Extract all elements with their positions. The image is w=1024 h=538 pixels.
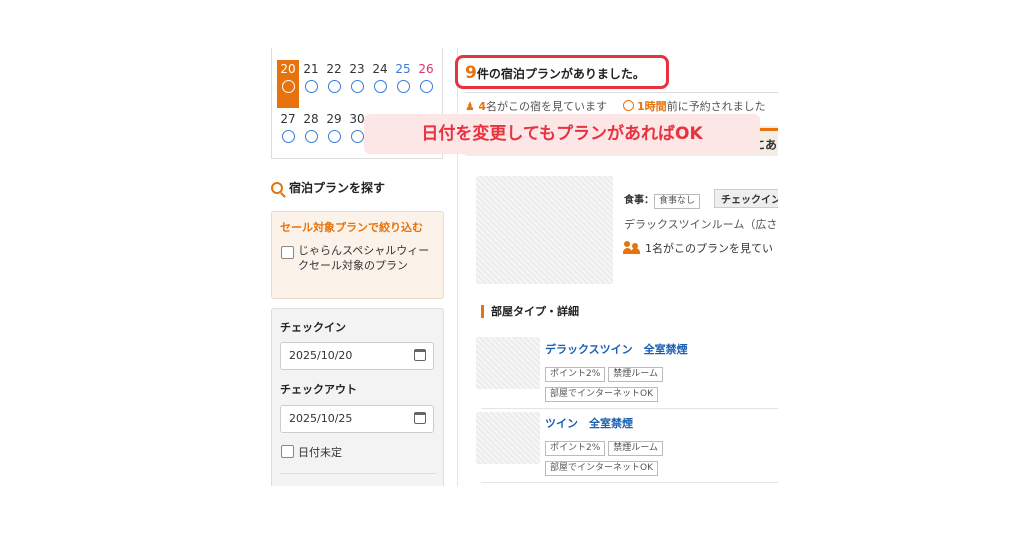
date-undecided-label[interactable]: 日付未定 — [298, 444, 342, 460]
calendar-day[interactable]: 25 — [392, 60, 414, 108]
meal-info: 食事： 食事なし — [624, 191, 701, 209]
calendar-day-number: 24 — [372, 62, 388, 76]
divider — [280, 473, 436, 474]
room-photo[interactable] — [476, 337, 540, 389]
calendar-day-number: 28 — [303, 112, 319, 126]
availability-circle-icon — [350, 130, 364, 143]
person-icon: ♟ — [465, 100, 475, 113]
plan-viewers: 1名がこのプランを見てい — [623, 240, 773, 256]
calendar-day[interactable]: 22 — [323, 60, 345, 108]
room-tags: ポイント2% 禁煙ルーム — [545, 361, 666, 382]
room-tag: ポイント2% — [545, 441, 606, 456]
room-photo[interactable] — [476, 412, 540, 464]
room-section-title: 部屋タイプ・詳細 — [481, 305, 579, 318]
banner-accent — [759, 128, 778, 131]
sale-filter-checkbox[interactable] — [281, 246, 294, 259]
checkout-date-value: 2025/10/25 — [289, 412, 353, 425]
calendar-day[interactable]: 23 — [346, 60, 368, 108]
plan-photo[interactable] — [476, 176, 613, 284]
plan-search-heading: 宿泊プランを探す — [271, 179, 385, 196]
calendar-day-number: 26 — [418, 62, 434, 76]
plan-search-title: 宿泊プランを探す — [289, 181, 386, 195]
availability-circle-icon — [281, 80, 295, 93]
plan-viewers-text: 1名がこのプランを見てい — [645, 242, 773, 255]
watchers-count: 4 — [478, 100, 487, 113]
plan-room-description: デラックスツインルーム（広さ — [624, 218, 778, 231]
calendar-day[interactable]: 20 — [277, 60, 299, 108]
annotation-callout: 日付を変更してもプランがあればOK — [364, 114, 760, 154]
room-tag: 部屋でインターネットOK — [545, 387, 658, 402]
date-search-box: チェックイン 2025/10/20 チェックアウト 2025/10/25 日付未… — [271, 308, 444, 486]
meal-label: 食事： — [624, 195, 654, 206]
calendar-day-number: 27 — [280, 112, 296, 126]
checkin-label: チェックイン — [280, 321, 346, 334]
calendar-day[interactable]: 26 — [415, 60, 437, 108]
date-undecided-checkbox[interactable] — [281, 445, 294, 458]
availability-circle-icon — [327, 130, 341, 143]
calendar-day[interactable]: 28 — [300, 110, 322, 158]
divider — [481, 408, 778, 409]
screenshot-frame: 20 21 22 23 24 25 26 27 28 29 30 宿泊プランを探す セール対象プラ… — [271, 48, 778, 486]
room-name-link[interactable]: ツイン 全室禁煙 — [545, 415, 633, 431]
availability-circle-icon — [373, 80, 387, 93]
sale-filter-label[interactable]: じゃらんスペシャルウィークセール対象のプラン — [298, 243, 438, 273]
checkin-date-input[interactable]: 2025/10/20 — [280, 342, 434, 370]
people-icon — [623, 241, 640, 254]
availability-circle-icon — [327, 80, 341, 93]
room-tag: 禁煙ルーム — [608, 367, 664, 382]
search-icon — [271, 182, 283, 194]
availability-circle-icon — [419, 80, 433, 93]
calendar-day-number: 20 — [280, 62, 296, 76]
calendar-day[interactable]: 24 — [369, 60, 391, 108]
availability-circle-icon — [304, 130, 318, 143]
calendar-day-number: 23 — [349, 62, 365, 76]
activity-row: ♟ 4名がこの宿を見ています 1時間前に予約されました — [465, 98, 766, 114]
availability-circle-icon — [396, 80, 410, 93]
sale-filter-heading: セール対象プランで絞り込む — [280, 221, 423, 234]
room-tag: 禁煙ルーム — [608, 441, 664, 456]
calendar-icon[interactable] — [414, 349, 426, 361]
checkin-date-value: 2025/10/20 — [289, 349, 353, 362]
calendar-day-number: 21 — [303, 62, 319, 76]
room-tags: 部屋でインターネットOK — [545, 381, 661, 402]
calendar-icon[interactable] — [414, 412, 426, 424]
booked-text: 前に予約されました — [666, 100, 766, 113]
availability-circle-icon — [350, 80, 364, 93]
calendar-day[interactable]: 27 — [277, 110, 299, 158]
room-name-link[interactable]: デラックスツイン 全室禁煙 — [545, 341, 688, 357]
checkout-date-input[interactable]: 2025/10/25 — [280, 405, 434, 433]
checkout-label: チェックアウト — [280, 383, 357, 396]
room-tags: 部屋でインターネットOK — [545, 455, 661, 476]
calendar-day[interactable]: 21 — [300, 60, 322, 108]
plan-count-highlight — [455, 55, 669, 89]
calendar-day-number: 22 — [326, 62, 342, 76]
calendar-day[interactable]: 29 — [323, 110, 345, 158]
watchers-text: 名がこの宿を見ています — [486, 100, 608, 113]
availability-circle-icon — [281, 130, 295, 143]
checkin-tag: チェックイン — [714, 189, 778, 208]
clock-icon — [623, 100, 635, 111]
room-tag: ポイント2% — [545, 367, 606, 382]
calendar-day-number: 25 — [395, 62, 411, 76]
sale-filter-box: セール対象プランで絞り込む じゃらんスペシャルウィークセール対象のプラン — [271, 211, 444, 299]
divider — [481, 482, 778, 483]
calendar-day-number: 29 — [326, 112, 342, 126]
availability-circle-icon — [304, 80, 318, 93]
booked-time: 1時間 — [637, 100, 667, 113]
room-tag: 部屋でインターネットOK — [545, 461, 658, 476]
meal-tag: 食事なし — [654, 194, 701, 209]
room-tags: ポイント2% 禁煙ルーム — [545, 435, 666, 456]
divider — [465, 92, 778, 93]
